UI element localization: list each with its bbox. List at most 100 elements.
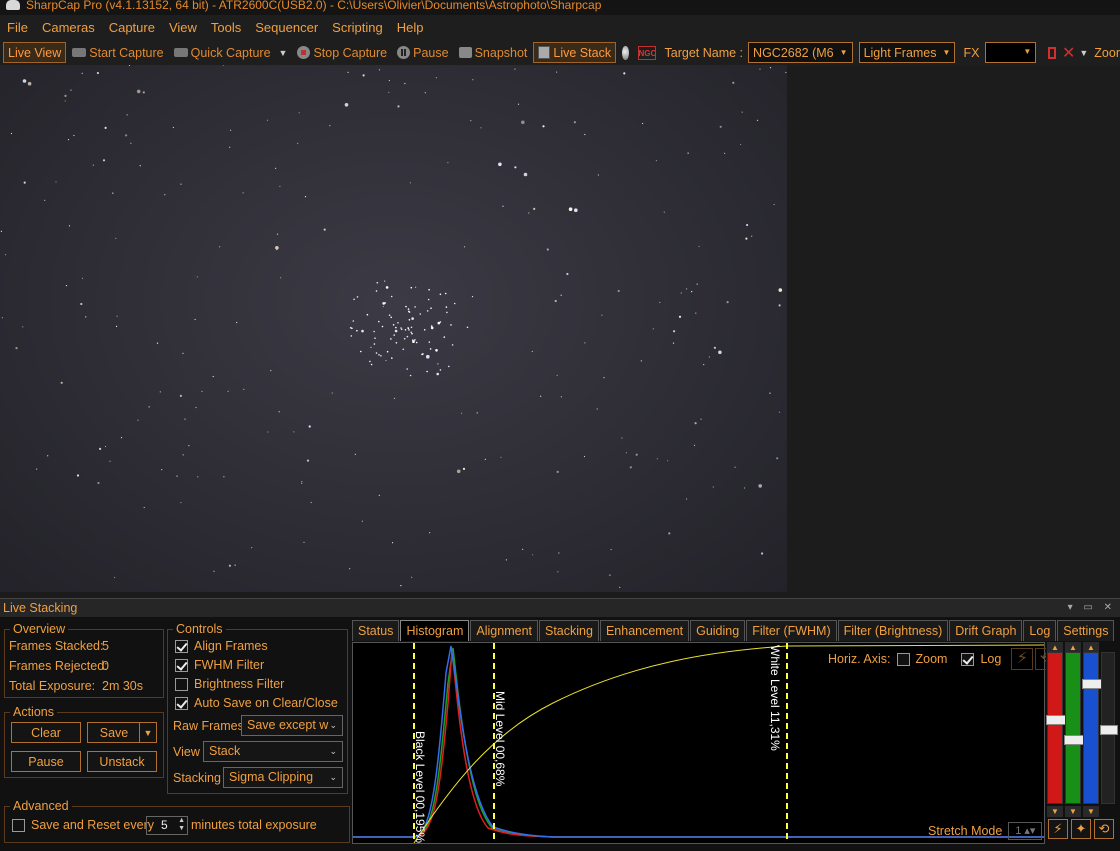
green-down-arrow-icon[interactable]: ▼ (1065, 806, 1081, 817)
cluster-star (356, 296, 359, 298)
red-slider-handle[interactable] (1046, 715, 1066, 725)
tab-filter-fwhm[interactable]: Filter (FWHM) (746, 620, 837, 641)
target-name-select[interactable]: NGC2682 (M6 ▼ (748, 42, 853, 63)
menu-scripting[interactable]: Scripting (325, 15, 390, 40)
star (308, 425, 311, 428)
save-reset-checkbox-box[interactable] (12, 818, 25, 832)
save-reset-label: Save and Reset every (31, 818, 154, 832)
save-button[interactable]: Save (87, 722, 141, 743)
unstack-button[interactable]: Unstack (87, 751, 157, 772)
star (67, 139, 70, 141)
zoom-checkbox[interactable] (896, 652, 910, 666)
quick-capture-button[interactable]: Quick Capture ▼ (170, 42, 292, 63)
star (751, 235, 753, 237)
log-checkbox[interactable] (961, 652, 975, 666)
mid-level-label: Mid Level 00,68% (493, 691, 507, 787)
menu-cameras[interactable]: Cameras (35, 15, 102, 40)
start-capture-button[interactable]: Start Capture (68, 42, 167, 63)
brightness-filter-checkbox[interactable]: Brightness Filter (175, 677, 284, 691)
moon-icon[interactable] (622, 45, 629, 60)
menu-sequencer[interactable]: Sequencer (248, 15, 325, 40)
chevron-down-icon[interactable]: ▼ (1079, 48, 1088, 58)
brightness-filter-checkbox-box[interactable] (175, 677, 188, 691)
auto-save-checkbox-box[interactable] (175, 696, 188, 710)
cluster-star (419, 313, 422, 315)
star (242, 192, 244, 194)
star (267, 431, 269, 433)
tab-settings[interactable]: Settings (1057, 620, 1115, 641)
blue-slider-handle[interactable] (1082, 679, 1102, 689)
star (22, 79, 27, 83)
green-slider-handle[interactable] (1064, 735, 1084, 745)
star (680, 292, 682, 294)
star (726, 301, 729, 304)
tab-enhancement[interactable]: Enhancement (599, 620, 690, 641)
zoom-label[interactable]: Zoor (1094, 46, 1120, 60)
tab-status[interactable]: Status (352, 620, 400, 641)
cluster-star (406, 335, 409, 338)
panel-window-controls[interactable]: ▾ ▭ ✕ (1068, 599, 1116, 617)
menu-help[interactable]: Help (390, 15, 431, 40)
align-frames-checkbox[interactable]: Align Frames (175, 639, 268, 653)
stop-capture-button[interactable]: Stop Capture (293, 42, 391, 63)
luminance-slider-handle[interactable] (1100, 725, 1118, 735)
tab-guiding[interactable]: Guiding (690, 620, 746, 641)
pause-button[interactable]: Pause (393, 42, 452, 63)
chevron-down-icon[interactable]: ▼ (279, 48, 288, 58)
menu-file[interactable]: File (0, 15, 35, 40)
clear-button[interactable]: Clear (11, 722, 81, 743)
auto-balance-icon[interactable]: ⚡ (1048, 819, 1068, 839)
tab-histogram[interactable]: Histogram (400, 620, 470, 641)
live-image-viewport[interactable] (0, 65, 787, 592)
menu-tools[interactable]: Tools (204, 15, 248, 40)
stacking-select[interactable]: Sigma Clipping ⌄ (223, 767, 343, 788)
save-reset-checkbox[interactable]: Save and Reset every (12, 818, 154, 832)
ngc-catalog-icon[interactable]: NGC (637, 45, 656, 60)
stretch-mode-spinner[interactable]: 1 ▴▾ (1008, 822, 1043, 840)
star (429, 532, 431, 534)
frame-type-select[interactable]: Light Frames ▼ (858, 42, 956, 63)
raw-frames-select[interactable]: Save except w ⌄ (241, 715, 343, 736)
pause-stack-button[interactable]: Pause (11, 751, 81, 772)
red-down-arrow-icon[interactable]: ▼ (1047, 806, 1063, 817)
fwhm-filter-checkbox-box[interactable] (175, 658, 188, 672)
star (556, 374, 558, 376)
star-balance-icon[interactable]: ✦ (1071, 819, 1091, 839)
blue-down-arrow-icon[interactable]: ▼ (1083, 806, 1099, 817)
snapshot-button[interactable]: Snapshot (455, 42, 532, 63)
star (4, 254, 7, 256)
red-channel-slider[interactable] (1046, 652, 1066, 804)
star (278, 411, 280, 413)
tab-drift-graph[interactable]: Drift Graph (949, 620, 1023, 641)
fx-select[interactable]: ▼ (985, 42, 1037, 63)
histogram-blue-curve (353, 645, 1044, 838)
menu-view[interactable]: View (162, 15, 204, 40)
star (362, 74, 365, 77)
select-area-icon[interactable] (1048, 46, 1056, 59)
histogram-display[interactable]: Black Level 00,195% Mid Level 00,68% Whi… (352, 642, 1045, 844)
minutes-spinner[interactable]: 5 ▲ ▼ (146, 816, 188, 835)
spinner-arrows-icon[interactable]: ▲ ▼ (178, 817, 185, 833)
blue-channel-slider[interactable] (1082, 652, 1102, 804)
luminance-slider[interactable] (1100, 652, 1118, 804)
auto-stretch-icon[interactable]: ⚡ (1011, 648, 1034, 670)
green-channel-slider[interactable] (1064, 652, 1084, 804)
star (85, 316, 87, 318)
tab-filter-brightness[interactable]: Filter (Brightness) (837, 620, 949, 641)
tab-stacking[interactable]: Stacking (539, 620, 599, 641)
save-options-chevron-icon[interactable]: ▼ (139, 722, 157, 743)
auto-save-checkbox[interactable]: Auto Save on Clear/Close (175, 696, 338, 710)
menu-capture[interactable]: Capture (102, 15, 162, 40)
live-view-button[interactable]: Live View (3, 42, 67, 63)
star (60, 381, 63, 384)
view-select[interactable]: Stack ⌄ (203, 741, 343, 762)
tab-log[interactable]: Log (1023, 620, 1057, 641)
live-stack-button[interactable]: Live Stack (533, 42, 617, 63)
tab-alignment[interactable]: Alignment (470, 620, 538, 641)
align-frames-checkbox-box[interactable] (175, 639, 188, 653)
video-camera-icon (173, 48, 188, 57)
reset-balance-icon[interactable]: ⟲ (1094, 819, 1114, 839)
fwhm-filter-checkbox[interactable]: FWHM Filter (175, 658, 264, 672)
crosshair-icon[interactable]: ✕ (1062, 43, 1075, 63)
star (201, 390, 203, 393)
